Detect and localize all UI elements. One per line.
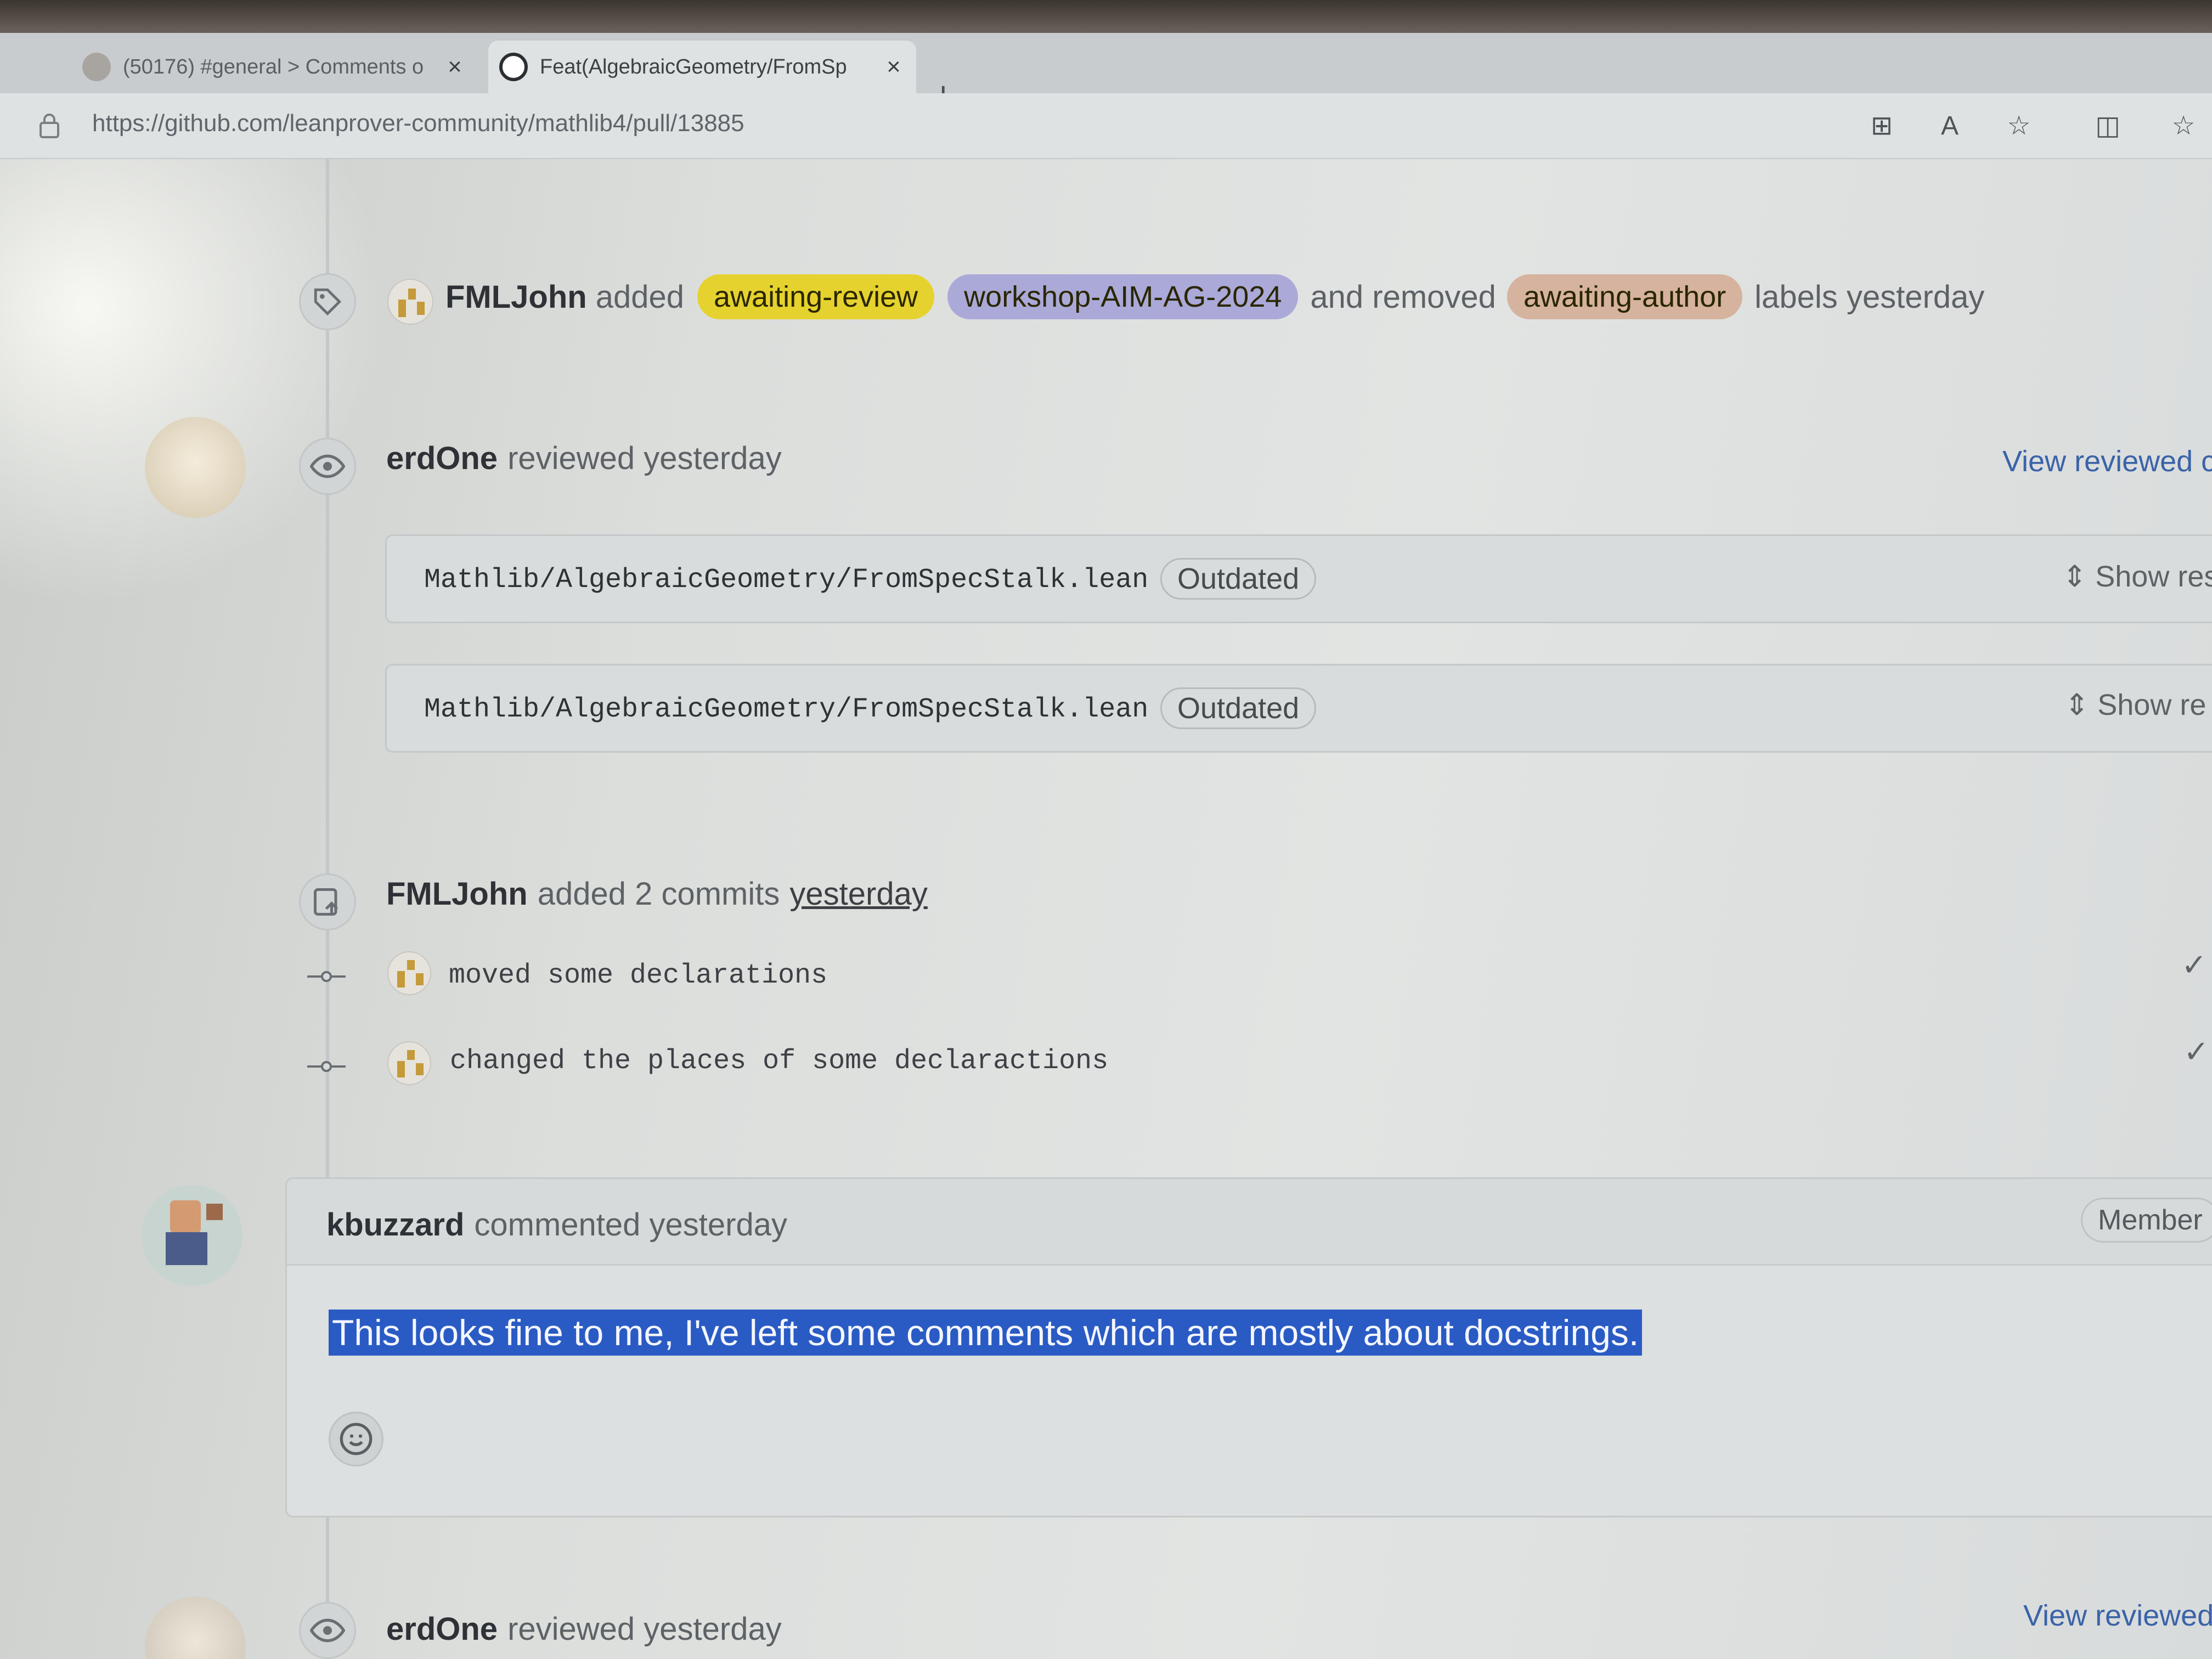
event-suffix: labels yesterday [1754,279,1985,315]
tab-github-pr[interactable]: Feat(AlgebraicGeometry/FromSp × [488,41,916,93]
favorites-list-icon[interactable]: ☆ [2167,110,2200,143]
event-text: reviewed yesterday [507,441,782,476]
view-reviewed-link[interactable]: View reviewed c [2002,444,2212,478]
label-awaiting-author[interactable]: awaiting-author [1506,274,1743,319]
review-file-box: Mathlib/AlgebraicGeometry/FromSpecStalk.… [385,534,2212,623]
unfold-icon: ⇕ [2064,689,2098,721]
avatar[interactable] [387,1041,431,1085]
commits-event: FMLJohn added 2 commits yesterday [386,876,928,912]
commit-message[interactable]: moved some declarations [449,960,827,991]
eye-icon [299,1602,356,1659]
event-text: commented yesterday [474,1207,787,1243]
author-link[interactable]: FMLJohn [445,279,587,315]
avatar[interactable] [387,279,433,325]
show-resolved-label: Show res [2095,560,2212,593]
author-link[interactable]: erdOne [386,440,498,477]
screen-bezel [0,0,2212,33]
comment-body[interactable]: This looks fine to me, I've left some co… [329,1310,1643,1356]
repo-push-icon [299,873,356,930]
zulip-favicon-icon [82,53,111,81]
file-path[interactable]: Mathlib/AlgebraicGeometry/FromSpecStalk.… [424,694,1148,725]
tab-title: Feat(AlgebraicGeometry/FromSp [540,55,847,78]
labels-event: FMLJohn added awaiting-review workshop-A… [445,274,1984,319]
commit-dot-icon [307,1061,346,1072]
tab-zulip[interactable]: (50176) #general > Comments o × [71,41,477,93]
comment-box: kbuzzard commented yesterday Member This… [285,1177,2212,1517]
event-text: added [595,279,685,315]
apps-icon[interactable]: ⊞ [1865,110,1898,143]
tag-icon [299,273,356,330]
outdated-badge: Outdated [1160,687,1317,729]
show-resolved-button[interactable]: ⇕ Show res [2062,559,2212,594]
view-reviewed-link[interactable]: View reviewed [2023,1599,2212,1633]
time-link[interactable]: yesterday [789,876,927,912]
member-badge: Member [2081,1198,2212,1243]
avatar[interactable] [145,417,246,518]
smiley-icon [340,1423,373,1455]
review-file-box: Mathlib/AlgebraicGeometry/FromSpecStalk.… [385,664,2212,753]
unfold-icon: ⇕ [2062,560,2096,593]
event-text: reviewed yesterday [507,1611,782,1647]
commit-dot-icon [307,971,346,982]
lock-icon [40,114,59,138]
show-resolved-label: Show re [2097,689,2207,721]
tab-strip: (50176) #general > Comments o × Feat(Alg… [0,33,2212,115]
page-content: FMLJohn added awaiting-review workshop-A… [0,159,2212,1659]
avatar[interactable] [387,951,431,995]
url-field[interactable]: https://github.com/leanprover-community/… [92,110,744,137]
add-reaction-button[interactable] [329,1412,383,1466]
author-link[interactable]: kbuzzard [326,1206,464,1243]
github-favicon-icon [499,53,528,81]
label-workshop[interactable]: workshop-AIM-AG-2024 [947,274,1299,319]
event-text: added 2 commits [537,876,780,912]
author-link[interactable]: FMLJohn [386,876,528,912]
author-link[interactable]: erdOne [386,1611,498,1647]
comment-header: kbuzzard commented yesterday Member [287,1179,2212,1266]
avatar[interactable] [145,1596,246,1659]
review-event: erdOne reviewed yesterday [386,440,782,477]
split-screen-icon[interactable]: ◫ [2091,110,2124,143]
close-tab-icon[interactable]: × [880,53,907,81]
tab-title: (50176) #general > Comments o [123,55,424,78]
avatar[interactable] [142,1185,242,1286]
favorite-star-icon[interactable]: ☆ [2002,110,2035,143]
show-resolved-button[interactable]: ⇕ Show re [2064,687,2206,722]
read-aloud-icon[interactable]: A [1933,110,1966,143]
commit-message[interactable]: changed the places of some declaractions [450,1046,1108,1077]
review-event: erdOne reviewed yesterday [386,1611,782,1647]
check-icon: ✓ [2183,1034,2209,1069]
close-tab-icon[interactable]: × [441,53,469,81]
event-text: and removed [1310,279,1496,315]
address-bar: https://github.com/leanprover-community/… [0,93,2212,159]
file-path[interactable]: Mathlib/AlgebraicGeometry/FromSpecStalk.… [424,565,1148,596]
check-icon: ✓ [2181,947,2207,982]
comment-meta: kbuzzard commented yesterday [326,1206,787,1243]
label-awaiting-review[interactable]: awaiting-review [697,274,935,319]
outdated-badge: Outdated [1160,558,1317,600]
eye-icon [299,438,356,495]
